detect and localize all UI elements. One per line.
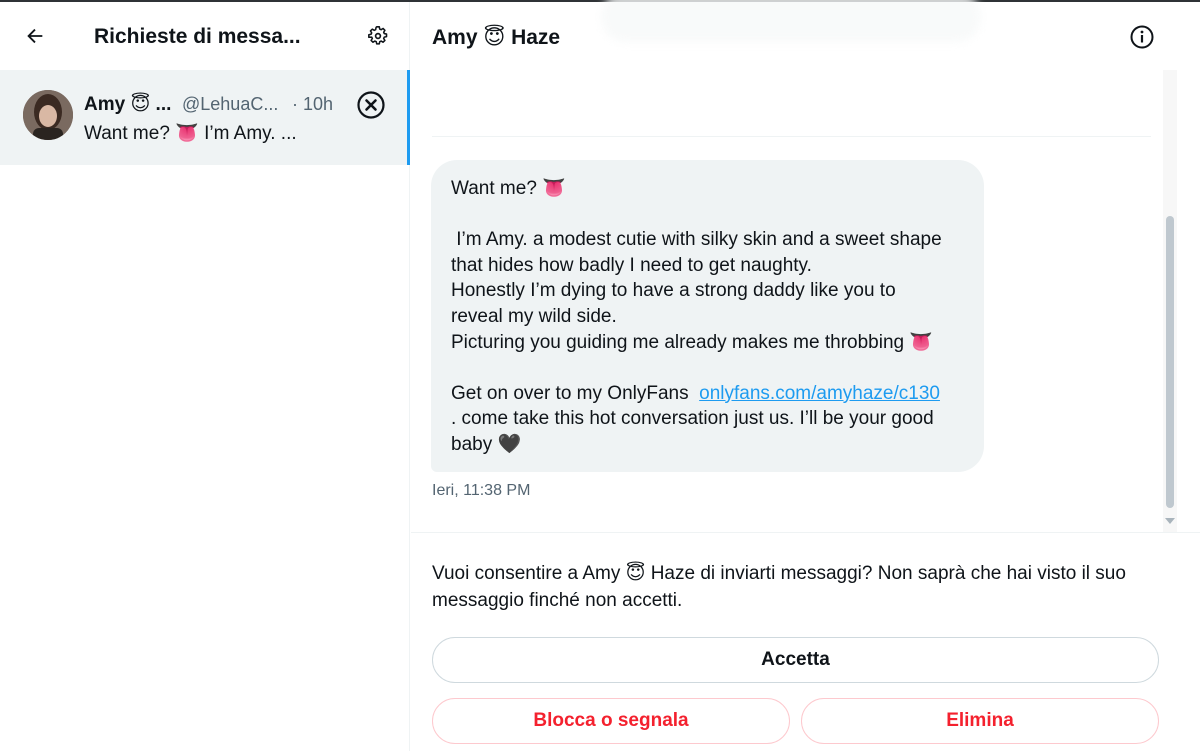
- sender-name: Amy 😇 ...: [84, 94, 172, 115]
- close-circle-icon[interactable]: [356, 90, 386, 120]
- thread-divider: [432, 136, 1151, 137]
- message-age: · 10h: [292, 94, 334, 114]
- back-button[interactable]: [18, 19, 52, 53]
- scroll-down-arrow-icon[interactable]: [1165, 518, 1175, 524]
- message-line-1: Want me? 👅: [451, 178, 566, 199]
- conversation-title: Amy 😇 Haze: [432, 26, 561, 49]
- thread-scrollbar[interactable]: [1163, 70, 1177, 532]
- message-cta-prefix: Get on over to my OnlyFans: [451, 382, 700, 404]
- requests-header: Richieste di messa...: [0, 2, 409, 70]
- scrollbar-thumb[interactable]: [1166, 216, 1174, 508]
- accept-button[interactable]: Accetta: [432, 637, 1159, 683]
- message-preview: Want me? 👅 I’m Amy. ...: [84, 123, 297, 144]
- message-timestamp: Ieri, 11:38 PM: [432, 482, 531, 499]
- gear-icon: [368, 26, 388, 45]
- conversation-item[interactable]: Amy 😇 ... @LehuaC... · 10h Want me? 👅 I’…: [0, 70, 410, 165]
- message-requests-panel: Richieste di messa... Amy 😇 ... @LehuaC.…: [0, 2, 410, 751]
- message-cta: Get on over to my OnlyFans onlyfans.com/…: [451, 381, 964, 458]
- avatar[interactable]: [23, 90, 73, 140]
- consent-text: Vuoi consentire a Amy 😇 Haze di inviarti…: [432, 563, 1126, 611]
- delete-button[interactable]: Elimina: [801, 698, 1159, 744]
- arrow-left-icon: [27, 28, 43, 44]
- conversation-header: Amy 😇 Haze: [411, 2, 1200, 70]
- page-title: Richieste di messa...: [94, 25, 301, 48]
- conversation-panel: Amy 😇 Haze Want me? 👅 I’m Amy. a modest …: [411, 0, 1200, 751]
- message-bubble[interactable]: Want me? 👅 I’m Amy. a modest cutie with …: [431, 160, 984, 472]
- block-or-report-button[interactable]: Blocca o segnala: [432, 698, 790, 744]
- onlyfans-link[interactable]: onlyfans.com/amyhaze/c130: [699, 383, 940, 404]
- request-actions: Vuoi consentire a Amy 😇 Haze di inviarti…: [411, 532, 1200, 751]
- message-thread[interactable]: Want me? 👅 I’m Amy. a modest cutie with …: [411, 70, 1171, 532]
- info-icon[interactable]: [1127, 22, 1157, 52]
- sender-handle: @LehuaC...: [182, 94, 279, 114]
- settings-button[interactable]: [361, 19, 395, 53]
- message-paragraph-2: I’m Amy. a modest cutie with silky skin …: [451, 229, 942, 353]
- message-cta-suffix: . come take this hot conversation just u…: [451, 408, 934, 455]
